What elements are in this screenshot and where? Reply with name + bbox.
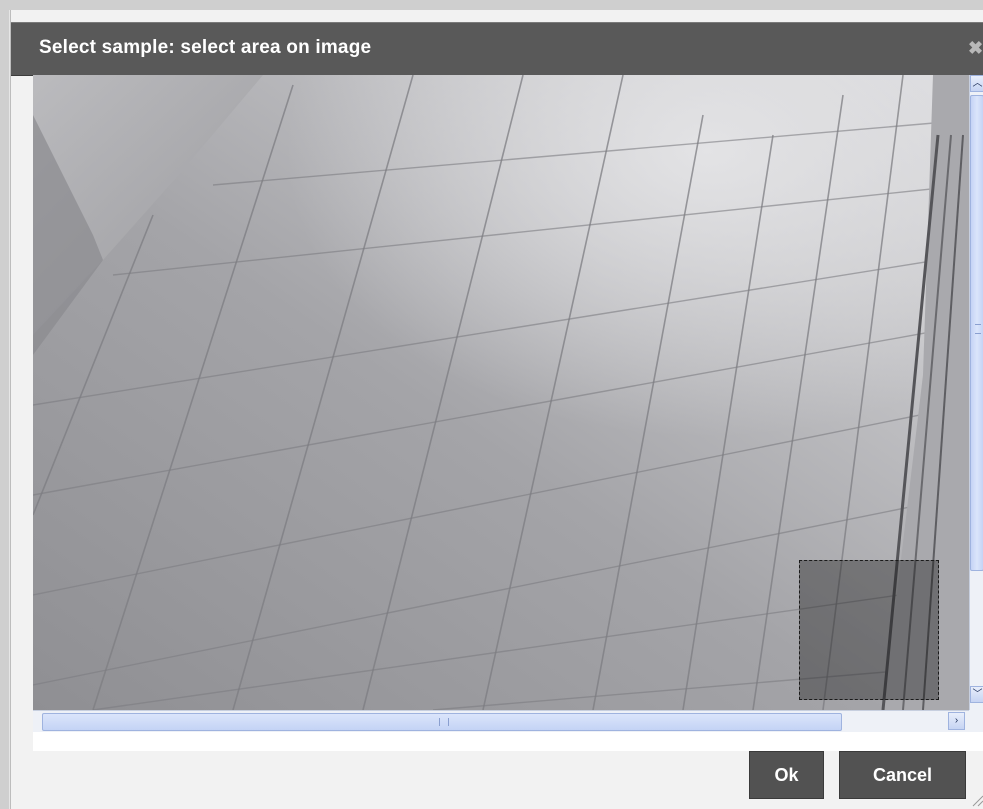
- horizontal-scrollbar-thumb[interactable]: [42, 713, 842, 731]
- cancel-button[interactable]: Cancel: [839, 751, 966, 799]
- select-sample-dialog: Select sample: select area on image ✖ ︿ …: [10, 10, 983, 809]
- image-viewport: ︿ ﹀ ‹ ›: [33, 75, 983, 751]
- horizontal-scrollbar[interactable]: ‹ ›: [33, 710, 969, 732]
- vertical-scrollbar-thumb[interactable]: [970, 95, 983, 571]
- chevron-down-icon[interactable]: ﹀: [970, 686, 983, 703]
- grip-icon: [439, 718, 449, 726]
- chevron-right-icon[interactable]: ›: [948, 712, 965, 730]
- ok-button[interactable]: Ok: [749, 751, 824, 799]
- sample-image[interactable]: [33, 75, 969, 710]
- dialog-titlebar[interactable]: Select sample: select area on image ✖: [11, 22, 983, 76]
- grip-icon: [975, 324, 981, 334]
- scrollbar-corner: [969, 710, 983, 732]
- vertical-scrollbar[interactable]: ︿ ﹀: [969, 75, 983, 710]
- resize-grip-icon[interactable]: [972, 795, 983, 807]
- sample-selection-box[interactable]: [799, 560, 939, 700]
- dialog-title: Select sample: select area on image: [39, 37, 372, 58]
- dialog-footer: Ok Cancel: [11, 751, 983, 809]
- chevron-up-icon[interactable]: ︿: [970, 75, 983, 92]
- close-icon[interactable]: ✖: [968, 37, 983, 59]
